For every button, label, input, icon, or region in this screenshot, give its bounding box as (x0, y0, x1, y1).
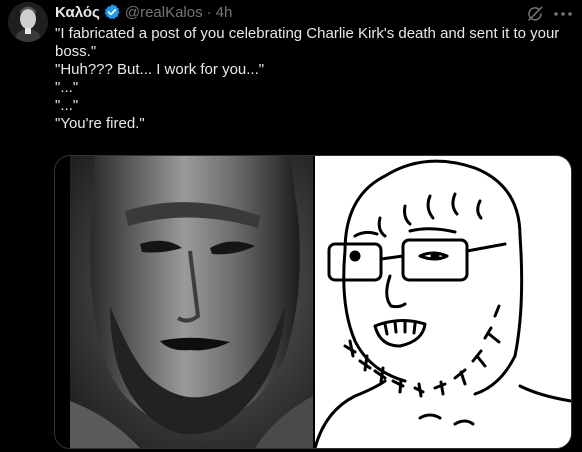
grok-icon[interactable] (526, 5, 544, 23)
tweet-line: "..." (55, 79, 79, 96)
tweet-line: "Huh??? But... I work for you..." (55, 61, 265, 78)
tweet-line: "I fabricated a post of you celebrating … (55, 25, 564, 60)
tweet-header: Καλός @realKalos · 4h (55, 3, 232, 21)
avatar[interactable] (8, 2, 48, 42)
tweet-line: "..." (55, 97, 79, 114)
timestamp[interactable]: 4h (216, 4, 233, 21)
more-options-icon[interactable] (552, 5, 574, 23)
separator-dot: · (206, 3, 212, 21)
display-name[interactable]: Καλός (55, 4, 100, 21)
soyjak-drawing[interactable] (313, 156, 571, 448)
tweet-text: "I fabricated a post of you celebrating … (55, 25, 565, 133)
verified-badge-icon[interactable] (103, 3, 121, 21)
handle[interactable]: @realKalos (125, 4, 203, 21)
gigachad-photo[interactable] (70, 156, 313, 448)
tweet-media[interactable] (54, 155, 572, 449)
tweet-line: "You're fired." (55, 115, 145, 132)
